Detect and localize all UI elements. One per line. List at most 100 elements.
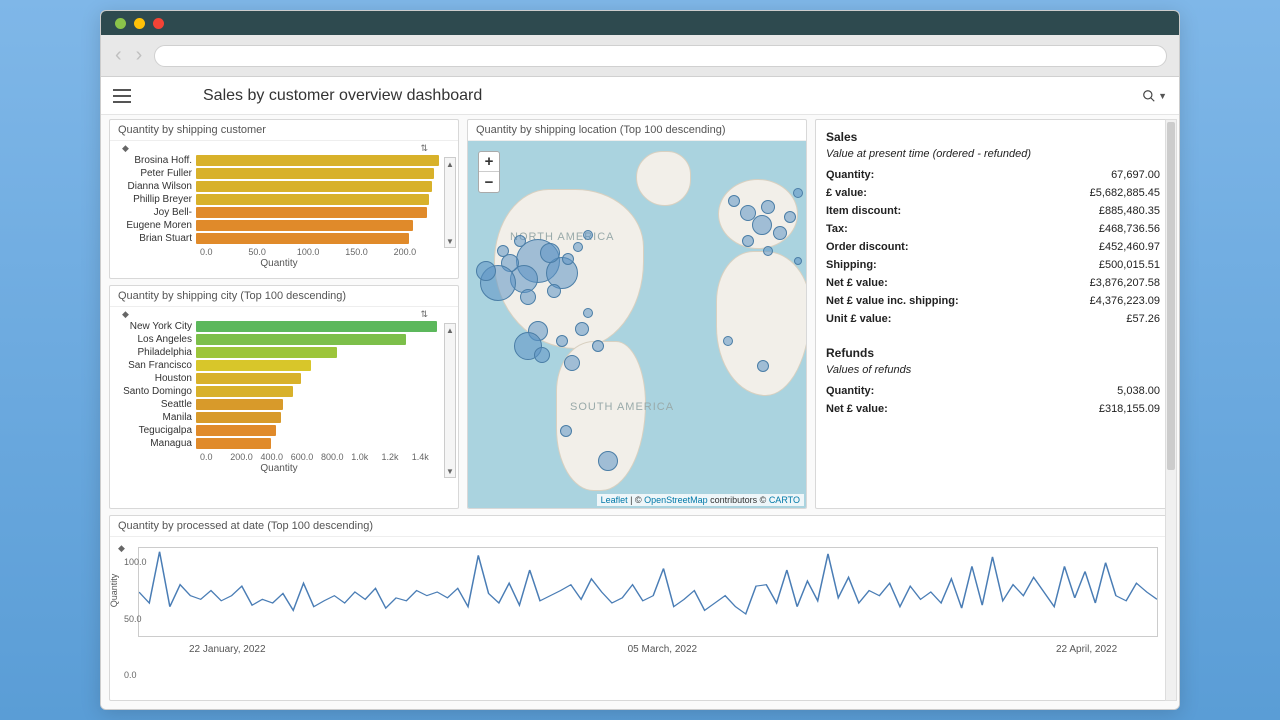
map-bubble[interactable] bbox=[562, 253, 574, 265]
axis-tick: 0.0 bbox=[200, 452, 230, 462]
bar-row[interactable]: Eugene Moren bbox=[116, 219, 442, 232]
bar-fill bbox=[196, 412, 281, 423]
map-attribution: Leaflet | © OpenStreetMap contributors ©… bbox=[597, 494, 804, 506]
kpi-key: Unit £ value: bbox=[826, 313, 891, 325]
map-bubble[interactable] bbox=[514, 235, 526, 247]
map-bubble[interactable] bbox=[497, 245, 509, 257]
bar-row[interactable]: Tegucigalpa bbox=[116, 424, 442, 437]
kpi-key: Quantity: bbox=[826, 169, 874, 181]
map-bubble[interactable] bbox=[540, 243, 560, 263]
map-bubble[interactable] bbox=[793, 188, 803, 198]
axis-tick: 1.2k bbox=[382, 452, 412, 462]
window-close-dot[interactable] bbox=[115, 18, 126, 29]
map-bubble[interactable] bbox=[752, 215, 772, 235]
bar-fill bbox=[196, 347, 337, 358]
zoom-in-button[interactable]: + bbox=[479, 152, 499, 172]
city-chart-title: Quantity by shipping city (Top 100 desce… bbox=[110, 286, 458, 307]
bar-row[interactable]: Managua bbox=[116, 437, 442, 450]
kpi-row: Quantity:5,038.00 bbox=[826, 382, 1160, 400]
bar-fill bbox=[196, 207, 427, 218]
axis-tick: 50.0 bbox=[248, 247, 296, 257]
map-bubble[interactable] bbox=[573, 242, 583, 252]
map-canvas[interactable]: NORTH AMERICA SOUTH AMERICA + − Leaflet … bbox=[468, 141, 806, 508]
map-bubble[interactable] bbox=[723, 336, 733, 346]
map-bubble[interactable] bbox=[794, 257, 802, 265]
map-bubble[interactable] bbox=[592, 340, 604, 352]
axis-tick: 600.0 bbox=[291, 452, 321, 462]
map-bubble[interactable] bbox=[564, 355, 580, 371]
city-scrollbar[interactable]: ▲▼ bbox=[444, 323, 456, 478]
bar-fill bbox=[196, 155, 439, 166]
bar-fill bbox=[196, 386, 293, 397]
sort-col-icon[interactable]: ◆ bbox=[122, 309, 129, 320]
map-bubble[interactable] bbox=[763, 246, 773, 256]
sort-col-icon[interactable]: ◆ bbox=[122, 143, 129, 154]
map-bubble[interactable] bbox=[476, 261, 496, 281]
window-min-dot[interactable] bbox=[134, 18, 145, 29]
map-bubble[interactable] bbox=[773, 226, 787, 240]
map-bubble[interactable] bbox=[757, 360, 769, 372]
kpi-value: £57.26 bbox=[1126, 313, 1160, 325]
timeseries-chart[interactable] bbox=[138, 547, 1158, 637]
bar-row[interactable]: San Francisco bbox=[116, 359, 442, 372]
bar-row[interactable]: Seattle bbox=[116, 398, 442, 411]
menu-icon[interactable] bbox=[113, 89, 131, 103]
map-bubble[interactable] bbox=[583, 308, 593, 318]
search-dropdown[interactable]: ▼ bbox=[1142, 89, 1167, 103]
bar-row[interactable]: Manila bbox=[116, 411, 442, 424]
window-max-dot[interactable] bbox=[153, 18, 164, 29]
osm-link[interactable]: OpenStreetMap bbox=[644, 495, 708, 505]
leaflet-link[interactable]: Leaflet bbox=[601, 495, 628, 505]
bar-label: Philadelphia bbox=[116, 347, 196, 358]
bar-row[interactable]: New York City bbox=[116, 320, 442, 333]
url-input[interactable] bbox=[154, 45, 1167, 67]
map-bubble[interactable] bbox=[761, 200, 775, 214]
sort-dir-icon[interactable]: ⇅ bbox=[420, 309, 428, 320]
axis-tick: 800.0 bbox=[321, 452, 351, 462]
page-title: Sales by customer overview dashboard bbox=[203, 87, 482, 105]
map-bubble[interactable] bbox=[598, 451, 618, 471]
map-bubble[interactable] bbox=[556, 335, 568, 347]
kpi-row: Shipping:£500,015.51 bbox=[826, 256, 1160, 274]
body-scrollbar[interactable] bbox=[1165, 119, 1177, 701]
customer-scrollbar[interactable]: ▲▼ bbox=[444, 157, 456, 248]
carto-link[interactable]: CARTO bbox=[769, 495, 800, 505]
sort-dir-icon[interactable]: ⇅ bbox=[420, 143, 428, 154]
bar-row[interactable]: Philadelphia bbox=[116, 346, 442, 359]
bar-row[interactable]: Brosina Hoff. bbox=[116, 154, 442, 167]
zoom-out-button[interactable]: − bbox=[479, 172, 499, 192]
bar-row[interactable]: Joy Bell- bbox=[116, 206, 442, 219]
map-bubble[interactable] bbox=[560, 425, 572, 437]
bar-row[interactable]: Los Angeles bbox=[116, 333, 442, 346]
bar-row[interactable]: Dianna Wilson bbox=[116, 180, 442, 193]
kpi-row: £ value:£5,682,885.45 bbox=[826, 184, 1160, 202]
bar-row[interactable]: Santo Domingo bbox=[116, 385, 442, 398]
map-bubble[interactable] bbox=[547, 284, 561, 298]
y-tick: 50.0 bbox=[124, 614, 136, 624]
map-title: Quantity by shipping location (Top 100 d… bbox=[468, 120, 806, 141]
map-bubble[interactable] bbox=[575, 322, 589, 336]
kpi-value: £5,682,885.45 bbox=[1090, 187, 1160, 199]
map-bubble[interactable] bbox=[728, 195, 740, 207]
map-bubble[interactable] bbox=[742, 235, 754, 247]
y-tick: 100.0 bbox=[124, 557, 136, 567]
nav-forward-icon[interactable]: › bbox=[134, 44, 145, 67]
search-icon bbox=[1142, 89, 1156, 103]
map-panel: Quantity by shipping location (Top 100 d… bbox=[467, 119, 807, 509]
bar-row[interactable]: Peter Fuller bbox=[116, 167, 442, 180]
city-chart-panel: Quantity by shipping city (Top 100 desce… bbox=[109, 285, 459, 509]
sort-icon[interactable]: ◆ bbox=[118, 543, 125, 554]
bar-row[interactable]: Brian Stuart bbox=[116, 232, 442, 245]
nav-back-icon[interactable]: ‹ bbox=[113, 44, 124, 67]
map-bubble[interactable] bbox=[520, 289, 536, 305]
bar-row[interactable]: Phillip Breyer bbox=[116, 193, 442, 206]
kpi-heading: Refunds bbox=[826, 346, 1160, 360]
kpi-row: Unit £ value: £57.26 bbox=[826, 310, 1160, 328]
customer-chart-panel: Quantity by shipping customer ◆⇅ Brosina… bbox=[109, 119, 459, 279]
bar-row[interactable]: Houston bbox=[116, 372, 442, 385]
map-bubble[interactable] bbox=[784, 211, 796, 223]
map-bubble[interactable] bbox=[583, 230, 593, 240]
kpi-row: Net £ value:£318,155.09 bbox=[826, 400, 1160, 418]
axis-tick: 150.0 bbox=[345, 247, 393, 257]
map-bubble[interactable] bbox=[534, 347, 550, 363]
